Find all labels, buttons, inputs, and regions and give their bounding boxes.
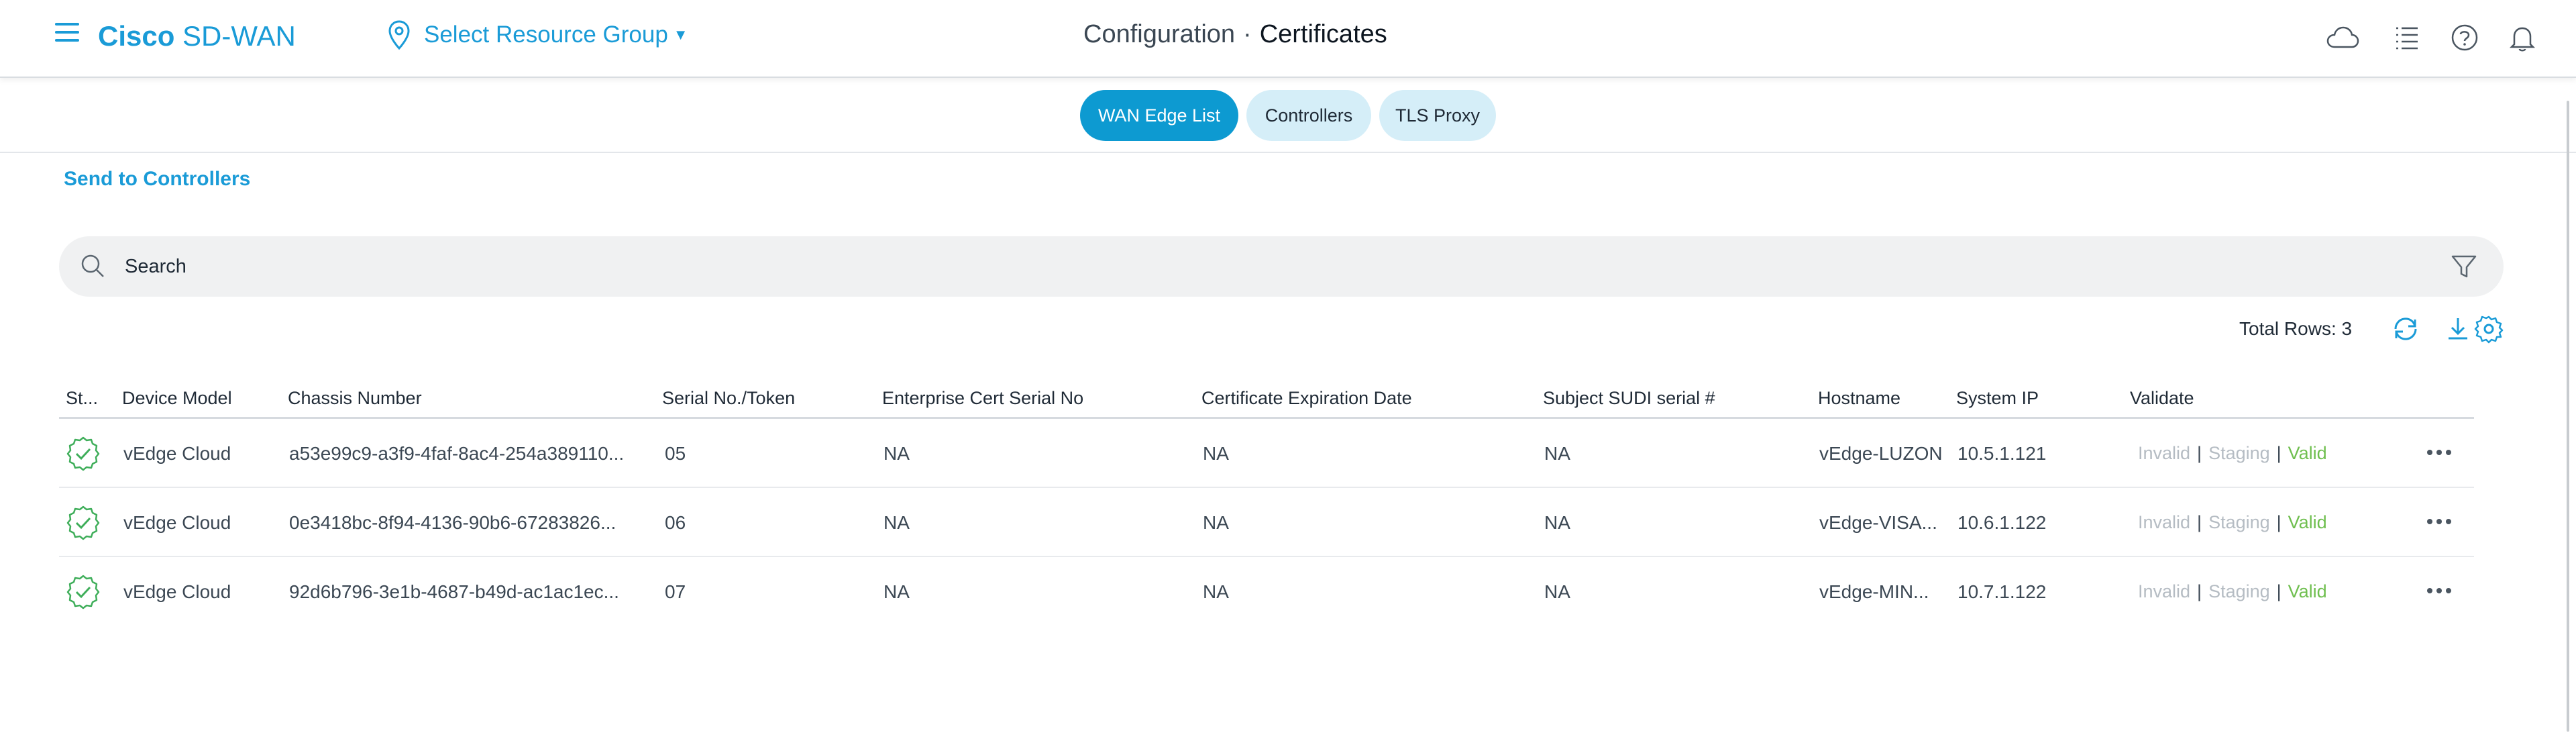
cell-chassis-number: 92d6b796-3e1b-4687-b49d-ac1ac1ec... xyxy=(289,581,619,602)
total-rows-count: Total Rows: 3 xyxy=(2239,318,2353,339)
cell-device-model: vEdge Cloud xyxy=(123,512,231,533)
tab-bar: WAN Edge List Controllers TLS Proxy xyxy=(0,90,2576,141)
cell-sudi-serial: NA xyxy=(1544,512,1570,533)
cell-system-ip: 10.5.1.121 xyxy=(1957,443,2047,464)
search-input[interactable] xyxy=(125,248,2406,285)
send-to-controllers-button[interactable]: Send to Controllers xyxy=(64,168,250,191)
list-icon[interactable] xyxy=(2390,20,2424,55)
more-actions-icon[interactable] xyxy=(2422,508,2456,535)
column-header-device-model[interactable]: Device Model xyxy=(122,388,232,409)
validate-valid-option[interactable]: Valid xyxy=(2288,512,2327,532)
brand-name-bold: Cisco xyxy=(98,20,175,52)
table-header: St... Device Model Chassis Number Serial… xyxy=(59,381,2474,419)
column-header-sudi-serial[interactable]: Subject SUDI serial # xyxy=(1543,388,1715,409)
tab-tls-proxy[interactable]: TLS Proxy xyxy=(1379,90,1496,141)
validate-separator: | xyxy=(2197,443,2202,463)
cell-enterprise-cert: NA xyxy=(883,581,910,602)
certificate-valid-icon xyxy=(66,505,100,540)
gear-icon[interactable] xyxy=(2473,313,2505,345)
help-icon[interactable] xyxy=(2447,20,2482,55)
brand-logo: Cisco SD-WAN xyxy=(98,20,296,52)
resource-group-selector[interactable]: Select Resource Group ▼ xyxy=(388,17,688,52)
validate-toggle: Invalid | Staging | Valid xyxy=(2138,581,2327,602)
column-header-hostname[interactable]: Hostname xyxy=(1818,388,1900,409)
column-header-chassis-number[interactable]: Chassis Number xyxy=(288,388,422,409)
search-bar xyxy=(59,236,2504,297)
top-header: Cisco SD-WAN Select Resource Group ▼ Con… xyxy=(0,0,2576,78)
cell-cert-expiration: NA xyxy=(1203,581,1229,602)
cell-enterprise-cert: NA xyxy=(883,512,910,533)
cell-chassis-number: a53e99c9-a3f9-4faf-8ac4-254a389110... xyxy=(289,443,625,464)
cell-cert-expiration: NA xyxy=(1203,512,1229,533)
column-header-system-ip[interactable]: System IP xyxy=(1956,388,2039,409)
search-icon xyxy=(81,254,104,277)
vertical-scrollbar[interactable] xyxy=(2567,101,2569,732)
tab-controllers[interactable]: Controllers xyxy=(1246,90,1371,141)
brand-name-product: SD-WAN xyxy=(182,20,296,52)
breadcrumb-separator: · xyxy=(1243,20,1252,48)
validate-toggle: Invalid | Staging | Valid xyxy=(2138,443,2327,464)
certificate-valid-icon xyxy=(66,436,100,471)
table-row[interactable]: vEdge Cloud 0e3418bc-8f94-4136-90b6-6728… xyxy=(59,488,2474,557)
cell-hostname: vEdge-LUZON xyxy=(1819,443,1943,464)
cell-cert-expiration: NA xyxy=(1203,443,1229,464)
column-header-enterprise-cert[interactable]: Enterprise Cert Serial No xyxy=(882,388,1083,409)
validate-invalid-option[interactable]: Invalid xyxy=(2138,581,2190,601)
cell-sudi-serial: NA xyxy=(1544,443,1570,464)
validate-separator: | xyxy=(2197,512,2202,532)
filter-icon[interactable] xyxy=(2449,251,2479,282)
more-actions-icon[interactable] xyxy=(2422,439,2456,466)
chevron-down-icon: ▼ xyxy=(673,26,688,43)
validate-separator: | xyxy=(2197,581,2202,601)
cell-system-ip: 10.6.1.122 xyxy=(1957,512,2047,533)
validate-invalid-option[interactable]: Invalid xyxy=(2138,443,2190,463)
cell-sudi-serial: NA xyxy=(1544,581,1570,602)
table-row[interactable]: vEdge Cloud a53e99c9-a3f9-4faf-8ac4-254a… xyxy=(59,419,2474,488)
more-actions-icon[interactable] xyxy=(2422,577,2456,604)
cell-device-model: vEdge Cloud xyxy=(123,581,231,602)
column-header-status[interactable]: St... xyxy=(66,388,98,409)
divider xyxy=(0,152,2576,153)
cell-serial-token: 05 xyxy=(665,443,686,464)
cell-hostname: vEdge-MIN... xyxy=(1819,581,1929,602)
cloud-icon[interactable] xyxy=(2325,20,2360,55)
validate-staging-option[interactable]: Staging xyxy=(2208,512,2270,532)
column-header-serial-token[interactable]: Serial No./Token xyxy=(662,388,795,409)
validate-separator: | xyxy=(2276,512,2282,532)
cell-serial-token: 07 xyxy=(665,581,686,602)
cell-hostname: vEdge-VISA... xyxy=(1819,512,1937,533)
validate-invalid-option[interactable]: Invalid xyxy=(2138,512,2190,532)
hamburger-menu-icon[interactable] xyxy=(55,23,79,43)
breadcrumb: Configuration · Certificates xyxy=(1083,20,1387,49)
page-title: Certificates xyxy=(1259,20,1387,48)
cell-system-ip: 10.7.1.122 xyxy=(1957,581,2047,602)
table-row[interactable]: vEdge Cloud 92d6b796-3e1b-4687-b49d-ac1a… xyxy=(59,557,2474,626)
cell-device-model: vEdge Cloud xyxy=(123,443,231,464)
certificate-valid-icon xyxy=(66,575,100,609)
validate-valid-option[interactable]: Valid xyxy=(2288,443,2327,463)
column-header-cert-expiration[interactable]: Certificate Expiration Date xyxy=(1201,388,1412,409)
cell-enterprise-cert: NA xyxy=(883,443,910,464)
cell-chassis-number: 0e3418bc-8f94-4136-90b6-67283826... xyxy=(289,512,616,533)
cell-serial-token: 06 xyxy=(665,512,686,533)
certificates-table: St... Device Model Chassis Number Serial… xyxy=(59,381,2474,626)
validate-staging-option[interactable]: Staging xyxy=(2208,443,2270,463)
tab-wan-edge-list[interactable]: WAN Edge List xyxy=(1080,90,1238,141)
refresh-icon[interactable] xyxy=(2390,313,2422,345)
resource-group-label: Select Resource Group xyxy=(424,21,668,48)
location-pin-icon xyxy=(388,20,410,50)
download-icon[interactable] xyxy=(2442,313,2474,345)
validate-separator: | xyxy=(2276,581,2282,601)
validate-staging-option[interactable]: Staging xyxy=(2208,581,2270,601)
column-header-validate[interactable]: Validate xyxy=(2130,388,2194,409)
validate-separator: | xyxy=(2276,443,2282,463)
breadcrumb-parent: Configuration xyxy=(1083,20,1236,48)
bell-icon[interactable] xyxy=(2505,20,2540,55)
validate-valid-option[interactable]: Valid xyxy=(2288,581,2327,601)
validate-toggle: Invalid | Staging | Valid xyxy=(2138,512,2327,533)
